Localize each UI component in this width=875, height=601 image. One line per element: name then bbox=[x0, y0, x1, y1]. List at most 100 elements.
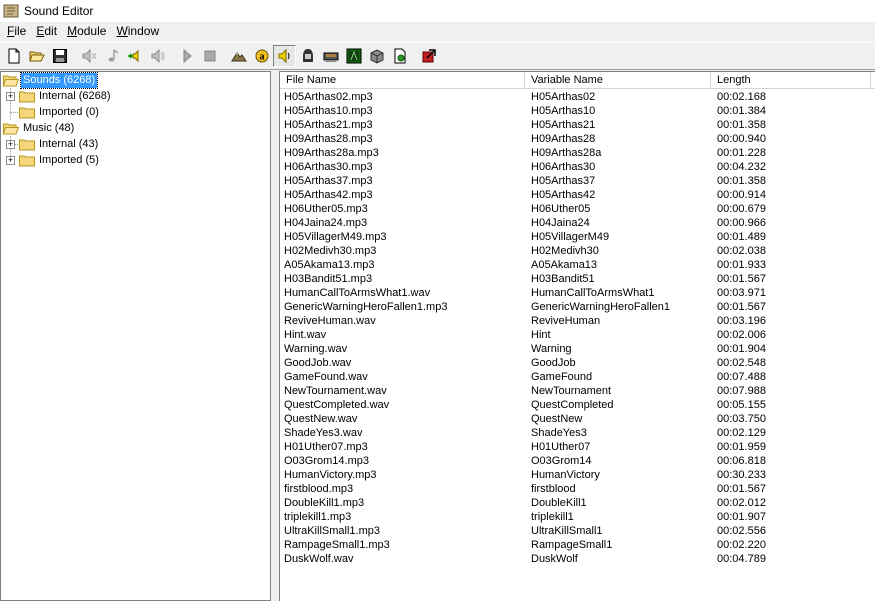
cell-length: 00:06.818 bbox=[717, 455, 766, 467]
tree-node-sounds[interactable]: Sounds (6268) bbox=[3, 72, 99, 89]
list-row[interactable]: UltraKillSmall1.mp3 UltraKillSmall1 00:02.… bbox=[280, 524, 875, 538]
cell-file-name: H05Arthas10.mp3 bbox=[284, 105, 373, 117]
list-row[interactable]: ReviveHuman.wav ReviveHuman 00:03.196 bbox=[280, 314, 875, 328]
folder-icon bbox=[19, 107, 35, 118]
list-row[interactable]: HumanVictory.mp3 HumanVictory 00:30.233 bbox=[280, 468, 875, 482]
list-row[interactable]: QuestCompleted.wav QuestCompleted 00:05.15… bbox=[280, 398, 875, 412]
list-row[interactable]: H05Arthas02.mp3 H05Arthas02 00:02.168 bbox=[280, 90, 875, 104]
campaign-editor-button[interactable] bbox=[342, 45, 365, 67]
menu-window[interactable]: Window bbox=[111, 22, 164, 41]
list-row[interactable]: DuskWolf.wav DuskWolf 00:04.789 bbox=[280, 552, 875, 566]
tree-label-sounds-internal[interactable]: Internal (6268) bbox=[37, 89, 113, 104]
import-sound-button[interactable] bbox=[123, 45, 146, 67]
list-row[interactable]: A05Akama13.mp3 A05Akama13 00:01.933 bbox=[280, 258, 875, 272]
cell-file-name: H05Arthas37.mp3 bbox=[284, 175, 373, 187]
tree-node-sounds-internal[interactable]: + Internal (6268) bbox=[6, 88, 113, 104]
list-row[interactable]: H09Arthas28a.mp3 H09Arthas28a 00:01.228 bbox=[280, 146, 875, 160]
cell-file-name: H01Uther07.mp3 bbox=[284, 441, 368, 453]
import-manager-button[interactable] bbox=[365, 45, 388, 67]
cell-variable-name: H05Arthas37 bbox=[531, 175, 596, 187]
stop-icon bbox=[204, 50, 215, 62]
expand-icon[interactable]: + bbox=[6, 155, 15, 165]
import-manager-icon bbox=[370, 49, 383, 64]
list-row[interactable]: H05VillagerM49.mp3 H05VillagerM49 00:01.48… bbox=[280, 230, 875, 244]
new-button[interactable] bbox=[2, 45, 25, 67]
list-row[interactable]: H01Uther07.mp3 H01Uther07 00:01.959 bbox=[280, 440, 875, 454]
object-editor-button[interactable] bbox=[319, 45, 342, 67]
cell-file-name: DoubleKill1.mp3 bbox=[284, 497, 365, 509]
terrain-editor-button[interactable] bbox=[227, 45, 250, 67]
list-row[interactable]: H05Arthas37.mp3 H05Arthas37 00:01.358 bbox=[280, 174, 875, 188]
tree-label-music-internal[interactable]: Internal (43) bbox=[37, 137, 100, 152]
list-row[interactable]: H04Jaina24.mp3 H04Jaina24 00:00.966 bbox=[280, 216, 875, 230]
cell-file-name: H05VillagerM49.mp3 bbox=[284, 231, 387, 243]
cell-variable-name: GenericWarningHeroFallen1 bbox=[531, 301, 670, 313]
sound-list[interactable]: File Name Variable Name Length H05Arthas… bbox=[279, 71, 875, 601]
list-row[interactable]: H02Medivh30.mp3 H02Medivh30 00:02.038 bbox=[280, 244, 875, 258]
list-row[interactable]: NewTournament.wav NewTournament 00:07.988 bbox=[280, 384, 875, 398]
list-row[interactable]: ShadeYes3.wav ShadeYes3 00:02.129 bbox=[280, 426, 875, 440]
cell-file-name: ReviveHuman.wav bbox=[284, 315, 376, 327]
list-row[interactable]: RampageSmall1.mp3 RampageSmall1 00:02.220 bbox=[280, 538, 875, 552]
pane-splitter[interactable] bbox=[271, 71, 279, 601]
menu-file[interactable]: File bbox=[2, 22, 31, 41]
play-button[interactable] bbox=[175, 45, 198, 67]
list-row[interactable]: H05Arthas10.mp3 H05Arthas10 00:01.384 bbox=[280, 104, 875, 118]
tree-node-music-internal[interactable]: + Internal (43) bbox=[6, 136, 100, 152]
list-row[interactable]: GameFound.wav GameFound 00:07.488 bbox=[280, 370, 875, 384]
list-row[interactable]: Warning.wav Warning 00:01.904 bbox=[280, 342, 875, 356]
test-map-button[interactable] bbox=[417, 45, 440, 67]
category-tree[interactable]: Sounds (6268) + Internal (6268) Imported… bbox=[0, 71, 271, 601]
cell-file-name: Hint.wav bbox=[284, 329, 327, 341]
cell-variable-name: UltraKillSmall1 bbox=[531, 525, 603, 537]
unit-editor-button[interactable]: a bbox=[250, 45, 273, 67]
list-row[interactable]: H06Arthas30.mp3 H06Arthas30 00:04.232 bbox=[280, 160, 875, 174]
list-row[interactable]: GoodJob.wav GoodJob 00:02.548 bbox=[280, 356, 875, 370]
column-length[interactable]: Length bbox=[711, 72, 871, 89]
list-row[interactable]: H05Arthas21.mp3 H05Arthas21 00:01.358 bbox=[280, 118, 875, 132]
tree-node-music[interactable]: Music (48) bbox=[3, 120, 76, 136]
list-row[interactable]: H06Uther05.mp3 H06Uther05 00:00.679 bbox=[280, 202, 875, 216]
list-row[interactable]: H05Arthas42.mp3 H05Arthas42 00:00.914 bbox=[280, 188, 875, 202]
music-button[interactable] bbox=[100, 45, 123, 67]
list-row[interactable]: firstblood.mp3 firstblood 00:01.567 bbox=[280, 482, 875, 496]
save-button[interactable] bbox=[48, 45, 71, 67]
list-row[interactable]: Hint.wav Hint 00:02.006 bbox=[280, 328, 875, 342]
list-row[interactable]: triplekill1.mp3 triplekill1 00:01.907 bbox=[280, 510, 875, 524]
tree-label-music-imported[interactable]: Imported (5) bbox=[37, 153, 101, 168]
tree-label-music[interactable]: Music (48) bbox=[21, 121, 76, 136]
list-row[interactable]: O03Grom14.mp3 O03Grom14 00:06.818 bbox=[280, 454, 875, 468]
cell-length: 00:01.489 bbox=[717, 231, 766, 243]
expand-icon[interactable]: + bbox=[6, 139, 15, 149]
list-row[interactable]: H09Arthas28.mp3 H09Arthas28 00:00.940 bbox=[280, 132, 875, 146]
ai-editor-button[interactable] bbox=[296, 45, 319, 67]
cell-file-name: GameFound.wav bbox=[284, 371, 368, 383]
expand-icon[interactable]: + bbox=[6, 91, 15, 101]
column-file-name[interactable]: File Name bbox=[280, 72, 525, 89]
cell-length: 00:01.904 bbox=[717, 343, 766, 355]
object-manager-button[interactable] bbox=[388, 45, 411, 67]
tree-node-sounds-imported[interactable]: Imported (0) bbox=[19, 104, 101, 120]
list-row[interactable]: H03Bandit51.mp3 H03Bandit51 00:01.567 bbox=[280, 272, 875, 286]
list-row[interactable]: QuestNew.wav QuestNew 00:03.750 bbox=[280, 412, 875, 426]
menu-module[interactable]: Module bbox=[62, 22, 111, 41]
mute-button[interactable] bbox=[77, 45, 100, 67]
play-icon bbox=[183, 48, 192, 64]
tree-label-sounds-imported[interactable]: Imported (0) bbox=[37, 105, 101, 120]
stop-button[interactable] bbox=[198, 45, 221, 67]
cell-variable-name: H05VillagerM49 bbox=[531, 231, 610, 243]
tree-label-sounds[interactable]: Sounds (6268) bbox=[19, 72, 99, 89]
tree-node-music-imported[interactable]: + Imported (5) bbox=[6, 152, 101, 168]
list-row[interactable]: GenericWarningHeroFallen1.mp3 GenericWarn… bbox=[280, 300, 875, 314]
speaker-button[interactable] bbox=[146, 45, 169, 67]
list-row[interactable]: DoubleKill1.mp3 DoubleKill1 00:02.012 bbox=[280, 496, 875, 510]
column-variable-name[interactable]: Variable Name bbox=[525, 72, 711, 89]
open-button[interactable] bbox=[25, 45, 48, 67]
save-disk-icon bbox=[52, 49, 67, 63]
list-row[interactable]: HumanCallToArmsWhat1.wav HumanCallToArmsW… bbox=[280, 286, 875, 300]
test-map-icon bbox=[422, 49, 436, 63]
cell-file-name: DuskWolf.wav bbox=[284, 553, 354, 565]
menu-edit[interactable]: Edit bbox=[31, 22, 62, 41]
menu-bar: File Edit Module Window bbox=[0, 22, 875, 41]
sound-editor-button[interactable] bbox=[273, 45, 296, 67]
